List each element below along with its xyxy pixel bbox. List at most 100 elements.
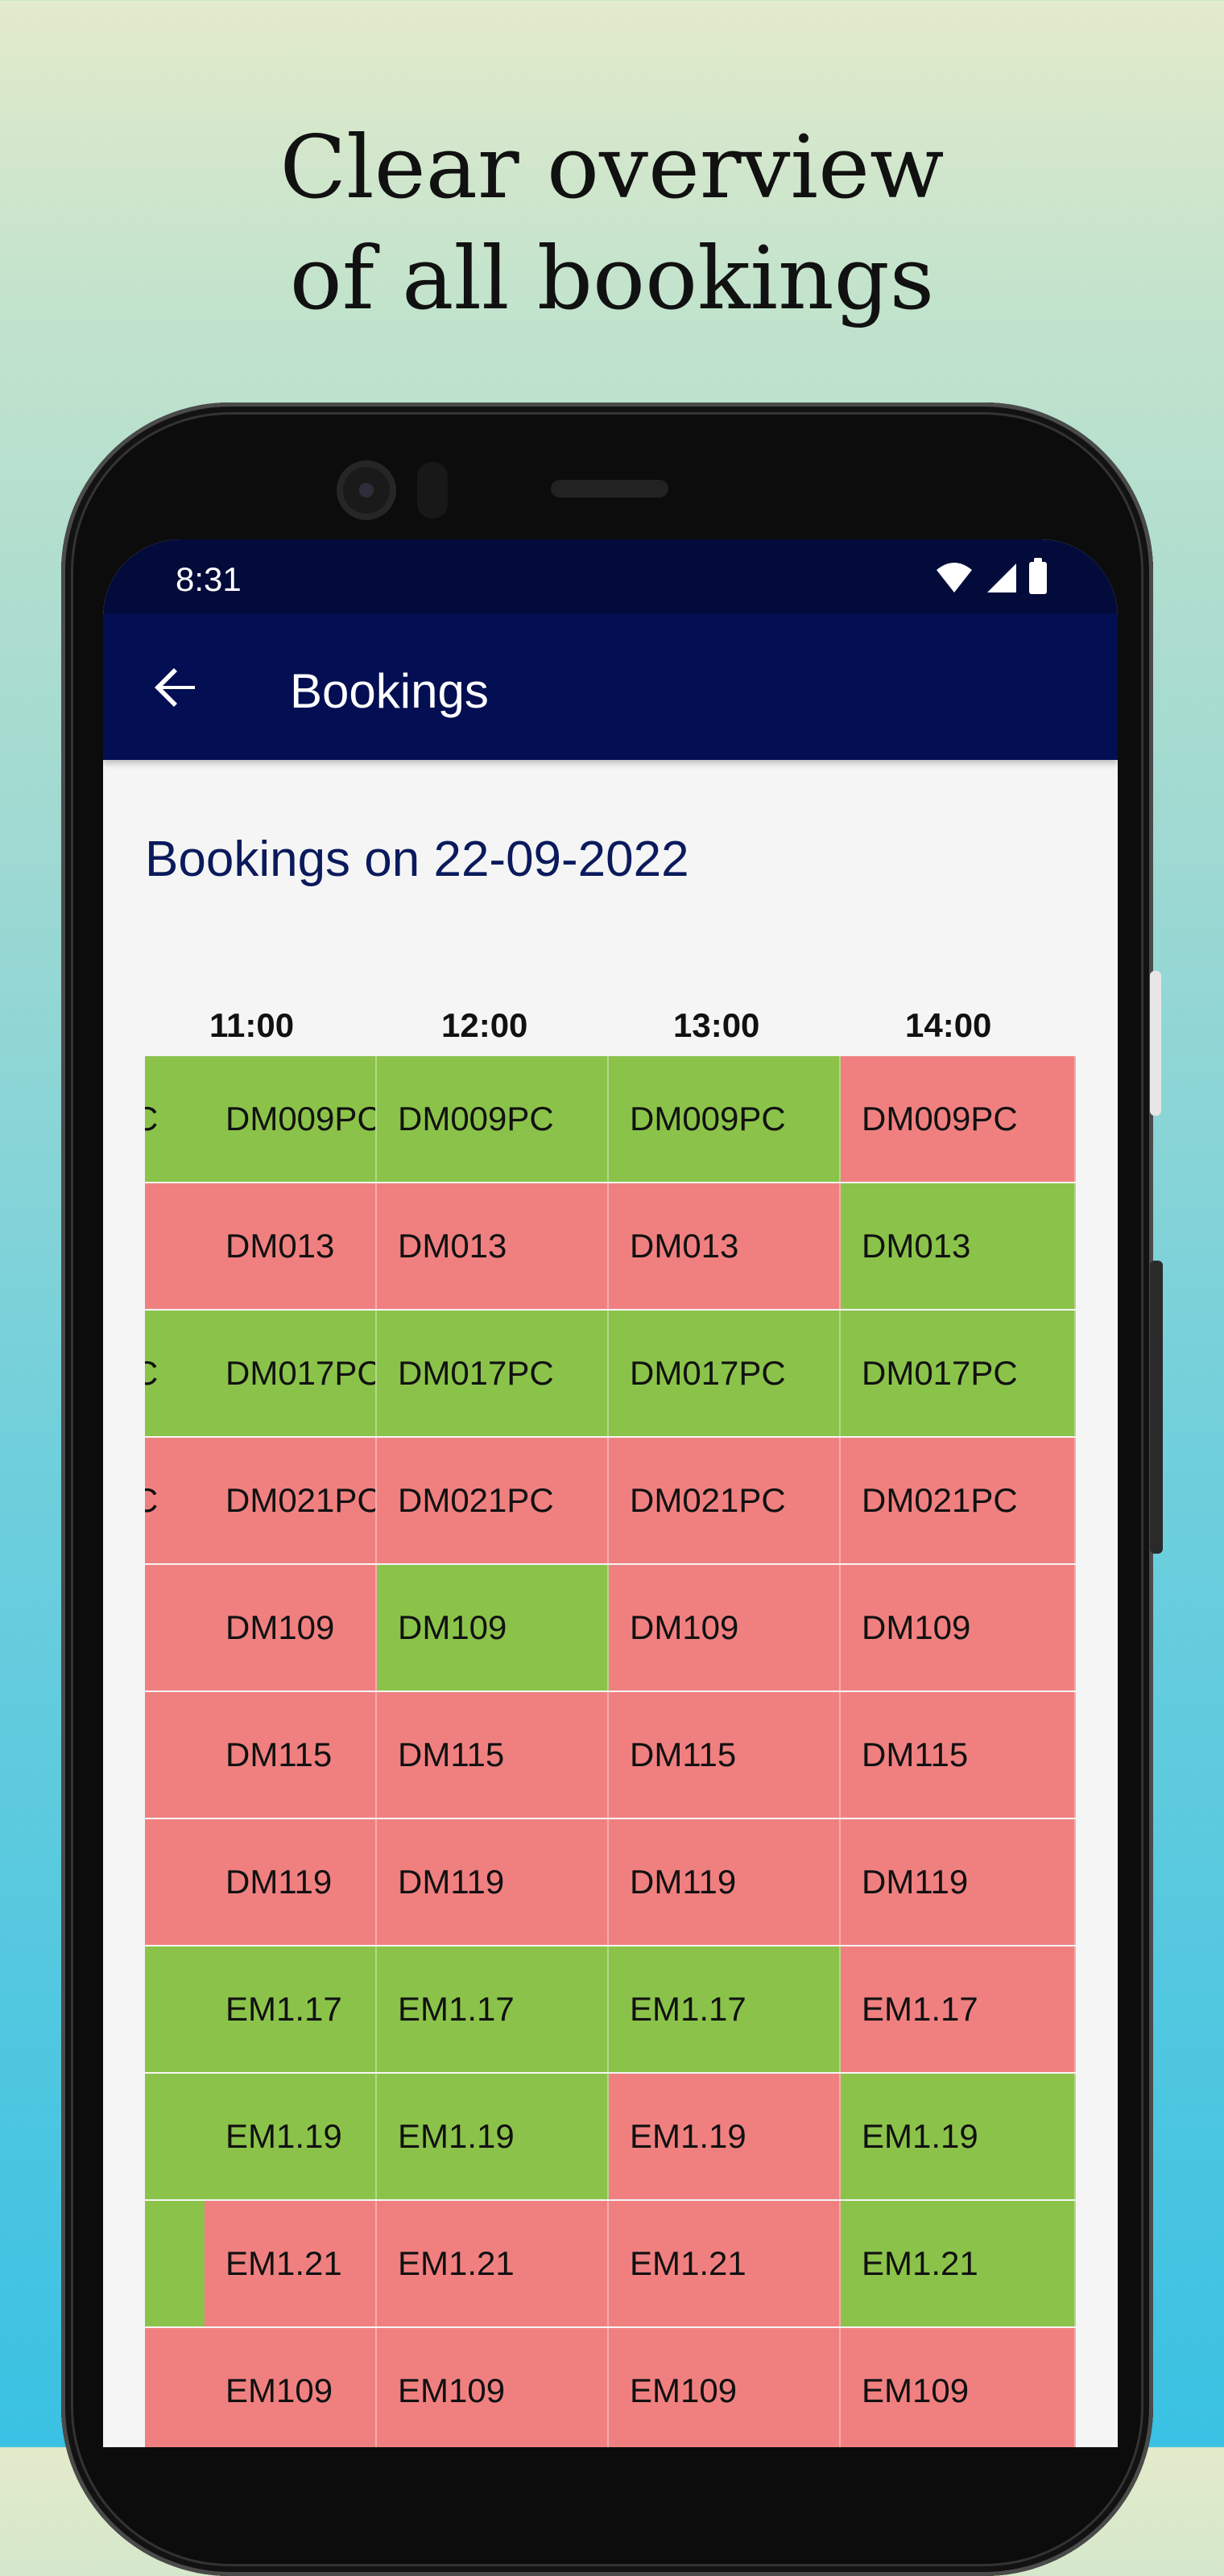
booking-cell[interactable]: DM115 [841,1692,1076,1818]
booking-cell[interactable]: DM013 [609,1183,841,1309]
booking-cell[interactable]: DM013 [841,1183,1076,1309]
booking-cell-label: DM109 [862,1608,971,1646]
booking-cell[interactable]: EM1.17 [609,1946,841,2072]
booking-cell[interactable]: DM013 [209,1183,377,1309]
front-camera-icon [337,460,396,520]
booking-cell[interactable]: EM109 [609,2328,841,2447]
booking-cell-label: DM115 [225,1736,333,1773]
booking-cell[interactable] [145,2201,205,2326]
booking-cell[interactable]: EM1.21 [377,2201,609,2326]
booking-cell[interactable]: DM109 [377,1565,609,1690]
status-time: 8:31 [176,560,242,598]
booking-cell-label: C [145,1481,159,1519]
booking-cell[interactable]: EM1.17 [377,1946,609,2072]
booking-cell[interactable] [145,2074,209,2199]
booking-cell[interactable]: EM1.21 [841,2201,1076,2326]
booking-cell-label: EM1.21 [225,2244,342,2282]
booking-cell-label: DM119 [398,1863,505,1901]
booking-cell[interactable]: EM1.19 [209,2074,377,2199]
phone-side-button-lower [1150,1261,1163,1554]
booking-cell[interactable]: EM1.21 [205,2201,377,2326]
booking-cell[interactable]: DM021PC [377,1438,609,1563]
booking-cell-label: DM109 [225,1608,335,1646]
table-row: C DM021PC DM021PC DM021PC DM021PC [145,1438,1076,1563]
booking-cell[interactable]: EM1.19 [841,2074,1076,2199]
table-row: EM1.21 EM1.21 EM1.21 EM1.21 [145,2201,1076,2326]
booking-cell[interactable] [145,1819,209,1945]
booking-cell[interactable]: DM109 [841,1565,1076,1690]
booking-cell-label: DM013 [225,1227,335,1265]
booking-cell[interactable] [145,1183,209,1309]
table-row: DM115 DM115 DM115 DM115 [145,1692,1076,1818]
booking-cell[interactable]: DM017PC [209,1311,377,1436]
booking-cell[interactable]: EM1.17 [841,1946,1076,2072]
booking-cell[interactable]: DM021PC [609,1438,841,1563]
booking-cell-label: C [145,1354,159,1392]
booking-cell-label: EM1.19 [398,2117,515,2155]
booking-cell[interactable]: DM017PC [377,1311,609,1436]
booking-cell-label: EM1.17 [862,1990,978,2028]
booking-cell[interactable] [145,1565,209,1690]
booking-cell[interactable]: DM109 [609,1565,841,1690]
arrow-back-icon[interactable] [150,662,201,713]
booking-cell-label: EM1.17 [398,1990,515,2028]
booking-cell-label: DM009PC [630,1100,786,1137]
booking-cell-label: DM009PC [862,1100,1018,1137]
booking-cell-label: DM013 [630,1227,739,1265]
booking-cell[interactable]: EM1.19 [609,2074,841,2199]
phone-side-button-upper [1150,971,1161,1116]
booking-cell-label: DM115 [630,1736,737,1773]
booking-cell-label: DM109 [630,1608,739,1646]
booking-cell[interactable]: DM119 [377,1819,609,1945]
booking-cell-label: DM017PC [862,1354,1018,1392]
booking-cell[interactable]: C [145,1438,209,1563]
booking-cell-label: DM017PC [398,1354,554,1392]
headline-line-2: of all bookings [289,229,935,329]
booking-cell[interactable]: DM009PC [841,1056,1076,1182]
booking-cell[interactable]: EM109 [377,2328,609,2447]
booking-cell[interactable]: EM1.19 [377,2074,609,2199]
booking-cell[interactable]: DM009PC [377,1056,609,1182]
booking-cell[interactable]: EM1.21 [609,2201,841,2326]
booking-cell-label: EM1.21 [630,2244,746,2282]
booking-cell[interactable]: DM017PC [841,1311,1076,1436]
table-row: EM1.19 EM1.19 EM1.19 EM1.19 [145,2074,1076,2199]
booking-cell-label: DM021PC [225,1481,377,1519]
table-row: C DM017PC DM017PC DM017PC DM017PC [145,1311,1076,1436]
booking-cell[interactable]: EM1.17 [209,1946,377,2072]
booking-cell-label: EM1.17 [225,1990,342,2028]
booking-cell-label: EM109 [862,2372,970,2409]
booking-cell[interactable]: DM109 [209,1565,377,1690]
booking-cell-label: EM109 [225,2372,333,2409]
time-label: 13:00 [673,1006,760,1044]
booking-cell-label: DM021PC [398,1481,554,1519]
booking-cell[interactable] [145,2328,209,2447]
booking-cell[interactable]: EM109 [841,2328,1076,2447]
time-label: 12:00 [441,1006,528,1044]
booking-cell[interactable] [145,1692,209,1818]
booking-cell[interactable]: DM013 [377,1183,609,1309]
booking-cell[interactable]: DM115 [209,1692,377,1818]
booking-cell[interactable]: DM115 [609,1692,841,1818]
booking-cell[interactable]: DM009PC [609,1056,841,1182]
table-row: EM109 EM109 EM109 EM109 [145,2328,1076,2447]
booking-cell[interactable]: DM115 [377,1692,609,1818]
booking-cell[interactable]: DM021PC [841,1438,1076,1563]
booking-cell-label: DM115 [862,1736,969,1773]
booking-cell[interactable]: DM021PC [209,1438,377,1563]
booking-cell[interactable]: EM109 [209,2328,377,2447]
booking-cell[interactable]: DM017PC [609,1311,841,1436]
booking-cell[interactable]: C [145,1311,209,1436]
bookings-grid[interactable]: C DM009PC DM009PC DM009PC DM009PC DM013 DM013 D… [145,1056,1076,2447]
booking-cell[interactable]: DM119 [209,1819,377,1945]
booking-cell[interactable]: C [145,1056,209,1182]
booking-cell[interactable]: DM119 [841,1819,1076,1945]
booking-cell-label: DM119 [862,1863,969,1901]
booking-cell[interactable] [145,1946,209,2072]
booking-cell[interactable]: DM119 [609,1819,841,1945]
booking-cell-label: DM119 [630,1863,737,1901]
booking-cell-label: DM021PC [862,1481,1018,1519]
booking-cell[interactable]: DM009PC [209,1056,377,1182]
booking-cell-label: DM109 [398,1608,507,1646]
signal-icon [987,564,1016,592]
